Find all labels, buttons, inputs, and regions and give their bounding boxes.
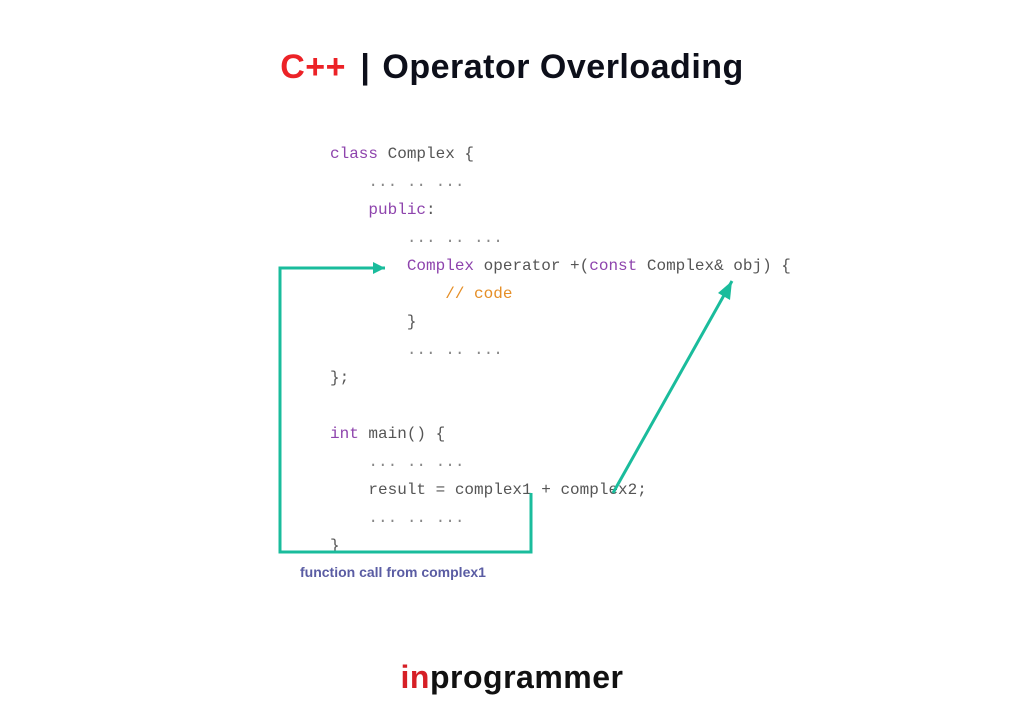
code-comment: // code	[330, 285, 512, 303]
code-keyword-public: public	[330, 201, 426, 219]
code-text: operator +(	[474, 257, 589, 275]
code-keyword-class: class	[330, 145, 378, 163]
code-block: class Complex { ... .. ... public: ... .…	[330, 140, 791, 560]
title-cpp: C++	[280, 48, 346, 86]
brand-logo: inprogrammer	[0, 659, 1024, 696]
code-keyword-const: const	[589, 257, 637, 275]
code-ellipsis: ... .. ...	[330, 509, 464, 527]
code-text: Complex {	[378, 145, 474, 163]
code-text: };	[330, 369, 349, 387]
annotation-label: function call from complex1	[300, 564, 486, 580]
code-ellipsis: ... .. ...	[330, 453, 464, 471]
code-text: main() {	[359, 425, 445, 443]
code-ellipsis: ... .. ...	[330, 341, 503, 359]
title-main: Operator Overloading	[382, 48, 743, 86]
brand-rest: programmer	[430, 659, 624, 695]
code-text: }	[330, 537, 340, 555]
code-text: :	[426, 201, 436, 219]
code-line-result: result = complex1 + complex2;	[330, 481, 647, 499]
code-type-complex: Complex	[330, 257, 474, 275]
code-ellipsis: ... .. ...	[330, 229, 503, 247]
title-separator: |	[360, 48, 370, 86]
code-text: Complex& obj) {	[637, 257, 791, 275]
page-title: C++ | Operator Overloading	[0, 48, 1024, 87]
code-text: }	[330, 313, 416, 331]
code-keyword-int: int	[330, 425, 359, 443]
brand-prefix: in	[401, 659, 430, 695]
code-ellipsis: ... .. ...	[330, 173, 464, 191]
